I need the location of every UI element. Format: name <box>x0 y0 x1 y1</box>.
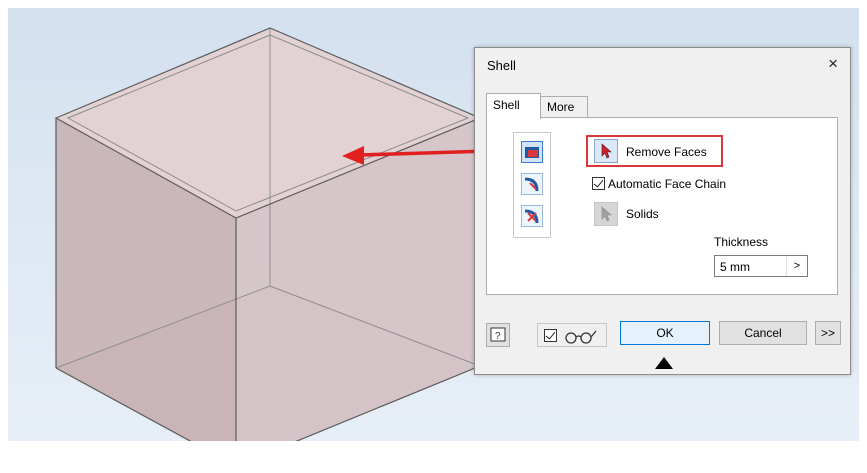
expand-button[interactable]: >> <box>815 321 841 345</box>
tab-shell[interactable]: Shell <box>486 93 541 119</box>
preview-toggle[interactable] <box>537 323 607 347</box>
ok-button[interactable]: OK <box>620 321 710 345</box>
help-button[interactable]: ? <box>486 323 510 347</box>
shell-tab-panel: Remove Faces Automatic Face Chain Solids… <box>486 117 838 295</box>
preview-checkbox[interactable] <box>544 329 557 342</box>
thickness-label: Thickness <box>714 235 769 249</box>
thickness-input[interactable]: 5 mm > <box>714 255 808 277</box>
solids-label: Solids <box>626 207 659 221</box>
close-icon[interactable]: × <box>828 54 838 74</box>
select-arrow-icon <box>601 143 612 159</box>
glasses-icon <box>565 330 597 344</box>
thickness-menu-icon[interactable]: > <box>786 256 807 276</box>
select-arrow-icon <box>601 206 612 222</box>
help-icon: ? <box>490 327 506 342</box>
expand-triangle-icon[interactable] <box>655 357 673 369</box>
automatic-face-chain-label: Automatic Face Chain <box>608 177 727 191</box>
direction-outside-icon[interactable] <box>521 173 543 195</box>
shell-dialog: Shell × Shell More Remove Faces Automati… <box>474 47 851 375</box>
cancel-button[interactable]: Cancel <box>719 321 807 345</box>
remove-faces-button[interactable] <box>594 139 618 163</box>
automatic-face-chain-checkbox[interactable] <box>592 177 605 190</box>
tab-more[interactable]: More <box>540 96 588 117</box>
remove-faces-label: Remove Faces <box>626 145 707 159</box>
dialog-title: Shell <box>487 58 516 73</box>
solids-button[interactable] <box>594 202 618 226</box>
direction-inside-icon[interactable] <box>521 141 543 163</box>
svg-text:?: ? <box>495 331 501 342</box>
direction-both-icon[interactable] <box>521 205 543 227</box>
direction-group <box>513 132 551 238</box>
thickness-value: 5 mm <box>720 260 750 274</box>
